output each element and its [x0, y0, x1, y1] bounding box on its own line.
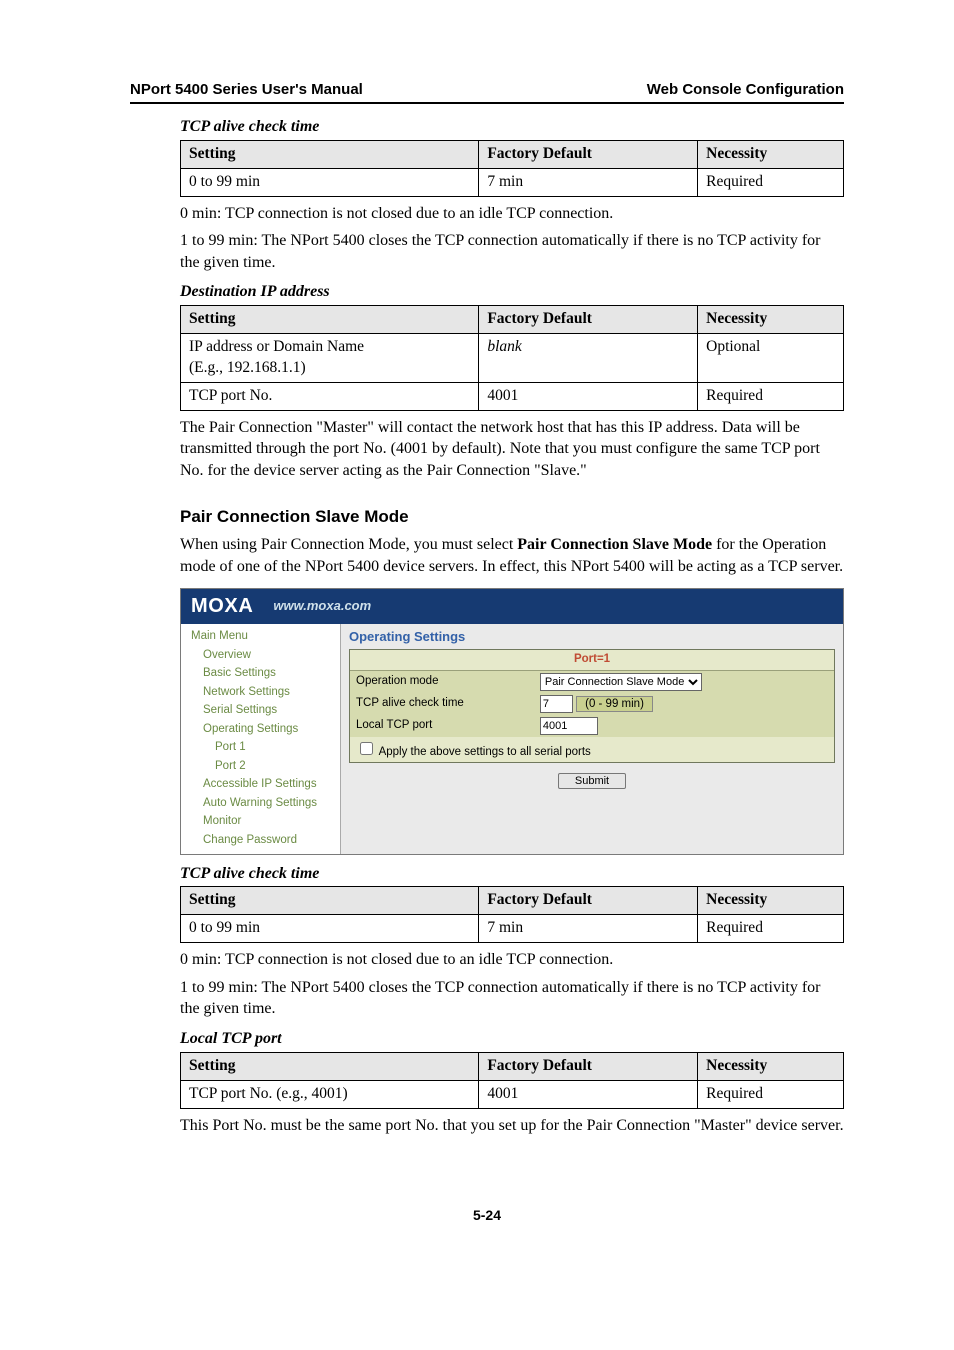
header-left: NPort 5400 Series User's Manual	[130, 80, 363, 100]
apply-all-label: Apply the above settings to all serial p…	[379, 746, 591, 758]
nav-item[interactable]: Port 2	[183, 757, 338, 776]
apply-all-checkbox[interactable]	[360, 742, 373, 755]
sec1-table: Setting Factory Default Necessity 0 to 9…	[180, 140, 844, 197]
nav-item[interactable]: Auto Warning Settings	[183, 794, 338, 813]
opmode-label: Operation mode	[350, 671, 534, 693]
alive-input[interactable]	[540, 695, 573, 713]
nav-item[interactable]: Serial Settings	[183, 702, 338, 721]
nav-item[interactable]: Basic Settings	[183, 665, 338, 684]
sec3-title: TCP alive check time	[180, 863, 844, 885]
page-number: 5-24	[130, 1206, 844, 1225]
th-setting: Setting	[181, 140, 479, 168]
localtcp-label: Local TCP port	[350, 715, 534, 737]
submit-button[interactable]: Submit	[558, 773, 626, 789]
table-row: TCP port No. 4001 Required	[181, 382, 844, 410]
sec1-p2: 1 to 99 min: The NPort 5400 closes the T…	[180, 230, 844, 273]
opmode-select[interactable]: Pair Connection Slave Mode	[540, 673, 702, 691]
nav-item[interactable]: Network Settings	[183, 683, 338, 702]
moxa-title: Operating Settings	[349, 628, 835, 646]
sec4-table: Setting Factory Default Necessity TCP po…	[180, 1052, 844, 1109]
localtcp-input[interactable]	[540, 717, 598, 735]
alive-label: TCP alive check time	[350, 693, 534, 715]
sec4-title: Local TCP port	[180, 1028, 844, 1050]
sec2-table: Setting Factory Default Necessity IP add…	[180, 305, 844, 411]
sec3-table: Setting Factory Default Necessity 0 to 9…	[180, 886, 844, 943]
header-right: Web Console Configuration	[647, 80, 844, 100]
table-row: TCP port No. (e.g., 4001) 4001 Required	[181, 1080, 844, 1108]
alive-suffix: (0 - 99 min)	[576, 696, 653, 712]
sec4-p: This Port No. must be the same port No. …	[180, 1115, 844, 1137]
nav-item[interactable]: Overview	[183, 646, 338, 665]
th-default: Factory Default	[479, 140, 698, 168]
table-row: IP address or Domain Name (E.g., 192.168…	[181, 333, 844, 382]
pair-heading: Pair Connection Slave Mode	[180, 506, 844, 529]
nav-item[interactable]: Change Password	[183, 831, 338, 850]
sec1-p1: 0 min: TCP connection is not closed due …	[180, 203, 844, 225]
nav-item[interactable]: Operating Settings	[183, 720, 338, 739]
nav-item[interactable]: Monitor	[183, 813, 338, 832]
moxa-nav: Main Menu Overview Basic Settings Networ…	[181, 624, 341, 854]
sec1-title: TCP alive check time	[180, 116, 844, 138]
sec3-p1: 0 min: TCP connection is not closed due …	[180, 949, 844, 971]
pair-intro: When using Pair Connection Mode, you mus…	[180, 534, 844, 577]
moxa-port-label: Port=1	[350, 650, 834, 671]
table-row: 0 to 99 min 7 min Required	[181, 915, 844, 943]
nav-item[interactable]: Accessible IP Settings	[183, 776, 338, 795]
moxa-screenshot: MOXA www.moxa.com Main Menu Overview Bas…	[180, 588, 844, 855]
sec3-p2: 1 to 99 min: The NPort 5400 closes the T…	[180, 977, 844, 1020]
th-necessity: Necessity	[698, 140, 844, 168]
table-row: 0 to 99 min 7 min Required	[181, 168, 844, 196]
sec2-title: Destination IP address	[180, 281, 844, 303]
moxa-url: www.moxa.com	[273, 597, 371, 615]
nav-item[interactable]: Port 1	[183, 739, 338, 758]
sec2-p: The Pair Connection "Master" will contac…	[180, 417, 844, 482]
nav-item[interactable]: Main Menu	[183, 628, 338, 647]
moxa-logo: MOXA	[191, 593, 253, 620]
